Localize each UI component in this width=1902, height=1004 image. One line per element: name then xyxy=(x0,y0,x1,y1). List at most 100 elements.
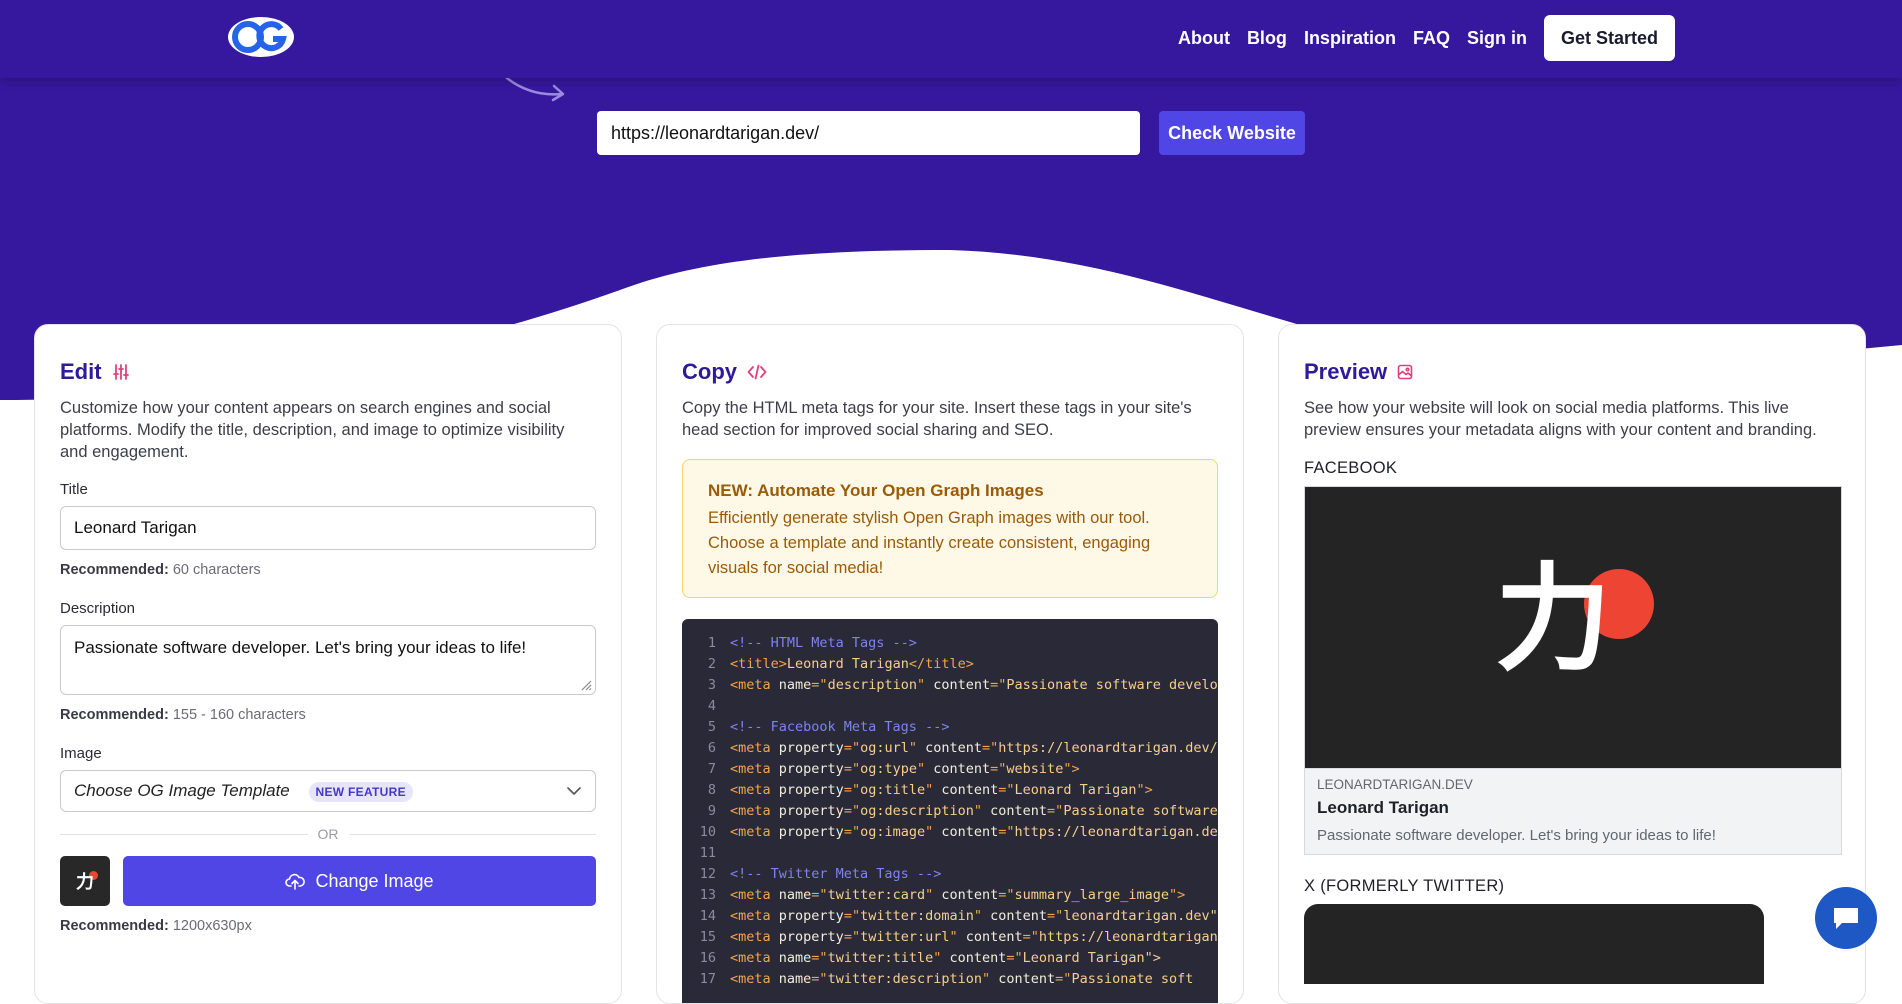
chat-button[interactable] xyxy=(1815,887,1877,949)
code-line-content: <meta property="og:description" content=… xyxy=(730,801,1218,822)
code-token: content xyxy=(925,740,983,756)
code-token: <meta xyxy=(730,929,779,945)
code-token: content xyxy=(949,950,1007,966)
code-token: </title> xyxy=(908,656,974,672)
description-textarea[interactable]: Passionate software developer. Let's bri… xyxy=(60,625,596,695)
code-token: <meta xyxy=(730,971,779,987)
code-line-number: 7 xyxy=(707,761,716,777)
code-line: 17 <meta name="twitter:description" conte… xyxy=(682,969,1218,990)
code-token: Passionate software develo xyxy=(1006,677,1218,693)
code-line-content: <meta name="twitter:card" content="summa… xyxy=(730,885,1185,906)
description-hint-value: 155 - 160 characters xyxy=(172,707,306,723)
edit-card: Edit Customize how your content appears … xyxy=(34,324,622,1004)
sliders-icon xyxy=(112,363,130,381)
automate-promo-banner[interactable]: NEW: Automate Your Open Graph Images Eff… xyxy=(682,459,1218,598)
code-line-content: <meta property="og:url" content="https:/… xyxy=(730,738,1218,759)
title-hint: Recommended: 60 characters xyxy=(60,562,596,578)
og-template-select[interactable]: Choose OG Image Template NEW FEATURE xyxy=(60,770,596,812)
code-line-number: 2 xyxy=(707,656,716,672)
image-hint-value: 1200x630px xyxy=(172,918,252,934)
preview-glyph: 力 xyxy=(1495,552,1611,687)
promo-body: Efficiently generate stylish Open Graph … xyxy=(708,509,1151,577)
code-line: 7 <meta property="og:type" content="websi… xyxy=(682,759,1218,780)
meta-tags-code-block[interactable]: 1 <!-- HTML Meta Tags --> 2 <title>Leonard … xyxy=(682,619,1218,1003)
code-token: =" xyxy=(811,971,828,987)
og-template-select-text: Choose OG Image Template NEW FEATURE xyxy=(74,781,413,802)
facebook-preview-card[interactable]: 力 LEONARDTARIGAN.DEV Leonard Tarigan Pas… xyxy=(1304,486,1842,855)
code-token: content xyxy=(965,929,1023,945)
code-line-content: <meta name="twitter:title" content="Leon… xyxy=(730,948,1161,969)
fb-domain: LEONARDTARIGAN.DEV xyxy=(1317,777,1473,792)
code-token: =" xyxy=(811,887,828,903)
title-hint-value: 60 characters xyxy=(172,562,261,578)
get-started-button[interactable]: Get Started xyxy=(1543,15,1675,61)
og-logo[interactable] xyxy=(226,15,296,59)
fb-description: Passionate software developer. Let's bri… xyxy=(1317,827,1716,844)
code-token: leonardtarigan.dev" xyxy=(1063,908,1218,924)
code-token: property xyxy=(778,761,844,777)
code-token: Passionate soft xyxy=(1071,971,1194,987)
title-input[interactable]: Leonard Tarigan xyxy=(60,506,596,550)
nav-blog[interactable]: Blog xyxy=(1247,28,1287,49)
code-token: og:url xyxy=(860,740,909,756)
code-token: =" xyxy=(811,950,828,966)
code-token: twitter:description xyxy=(827,971,982,987)
code-token: =" xyxy=(1047,803,1064,819)
code-token: =" xyxy=(843,740,861,756)
code-token: <meta xyxy=(730,908,779,924)
code-line: 3 <meta name="description" content="Passi… xyxy=(682,675,1218,696)
nav-faq[interactable]: FAQ xyxy=(1413,28,1450,49)
copy-card: Copy Copy the HTML meta tags for your si… xyxy=(656,324,1244,1004)
code-token: property xyxy=(778,782,844,798)
nav-about[interactable]: About xyxy=(1178,28,1230,49)
code-token: twitter:url xyxy=(860,929,950,945)
code-token: Leonard Tarigan"> xyxy=(1022,950,1161,966)
image-thumbnail: 力 xyxy=(60,856,110,906)
code-token: twitter:domain xyxy=(860,908,974,924)
code-token: =" xyxy=(843,929,861,945)
code-token: content xyxy=(990,908,1048,924)
x-preview-image xyxy=(1304,904,1764,984)
code-line-content: <meta property="twitter:domain" content=… xyxy=(730,906,1218,927)
code-line-number: 10 xyxy=(699,824,716,840)
nav-inspiration[interactable]: Inspiration xyxy=(1304,28,1396,49)
code-token: <!-- Twitter Meta Tags --> xyxy=(730,866,942,882)
nav-sign-in[interactable]: Sign in xyxy=(1467,28,1527,49)
code-line: 16 <meta name="twitter:title" content="Le… xyxy=(682,948,1218,969)
code-line: 2 <title>Leonard Tarigan</title> xyxy=(682,654,1218,675)
code-token: " xyxy=(916,677,934,693)
code-token: property xyxy=(778,740,844,756)
nav-links: About Blog Inspiration FAQ Sign in Get S… xyxy=(1161,15,1675,61)
code-token: =" xyxy=(843,761,861,777)
cloud-upload-icon xyxy=(285,873,306,890)
preview-title: Preview xyxy=(1304,359,1388,384)
website-url-input[interactable] xyxy=(597,111,1140,155)
code-line-content: <!-- Twitter Meta Tags --> xyxy=(730,864,941,885)
code-token: <meta xyxy=(730,824,779,840)
description-hint: Recommended: 155 - 160 characters xyxy=(60,707,596,723)
og-template-select-value: Choose OG Image Template xyxy=(74,781,290,800)
code-token: property xyxy=(778,824,844,840)
code-line-number: 4 xyxy=(707,698,716,714)
image-upload-row: 力 Change Image xyxy=(60,856,596,906)
code-token: og:description xyxy=(860,803,974,819)
check-website-button[interactable]: Check Website xyxy=(1159,111,1305,155)
resize-handle-icon[interactable] xyxy=(580,679,592,691)
code-line-number: 15 xyxy=(699,929,716,945)
edit-title: Edit xyxy=(60,359,102,384)
code-token: " xyxy=(973,803,991,819)
code-line-content: <!-- HTML Meta Tags --> xyxy=(730,633,917,654)
code-token: =" xyxy=(998,782,1015,798)
code-token: " xyxy=(933,950,950,966)
thumbnail-glyph: 力 xyxy=(76,872,94,893)
code-token: =" xyxy=(811,677,828,693)
or-text: OR xyxy=(317,826,339,842)
image-hint-label: Recommended: xyxy=(60,918,169,934)
edit-heading: Edit xyxy=(60,359,596,385)
code-line: 12 <!-- Twitter Meta Tags --> xyxy=(682,864,1218,885)
copy-description: Copy the HTML meta tags for your site. I… xyxy=(682,399,1192,439)
code-token: website xyxy=(1006,761,1064,777)
code-line: 9 <meta property="og:description" content… xyxy=(682,801,1218,822)
code-token: https://leonardtarigan.de xyxy=(1014,824,1218,840)
change-image-button[interactable]: Change Image xyxy=(123,856,596,906)
